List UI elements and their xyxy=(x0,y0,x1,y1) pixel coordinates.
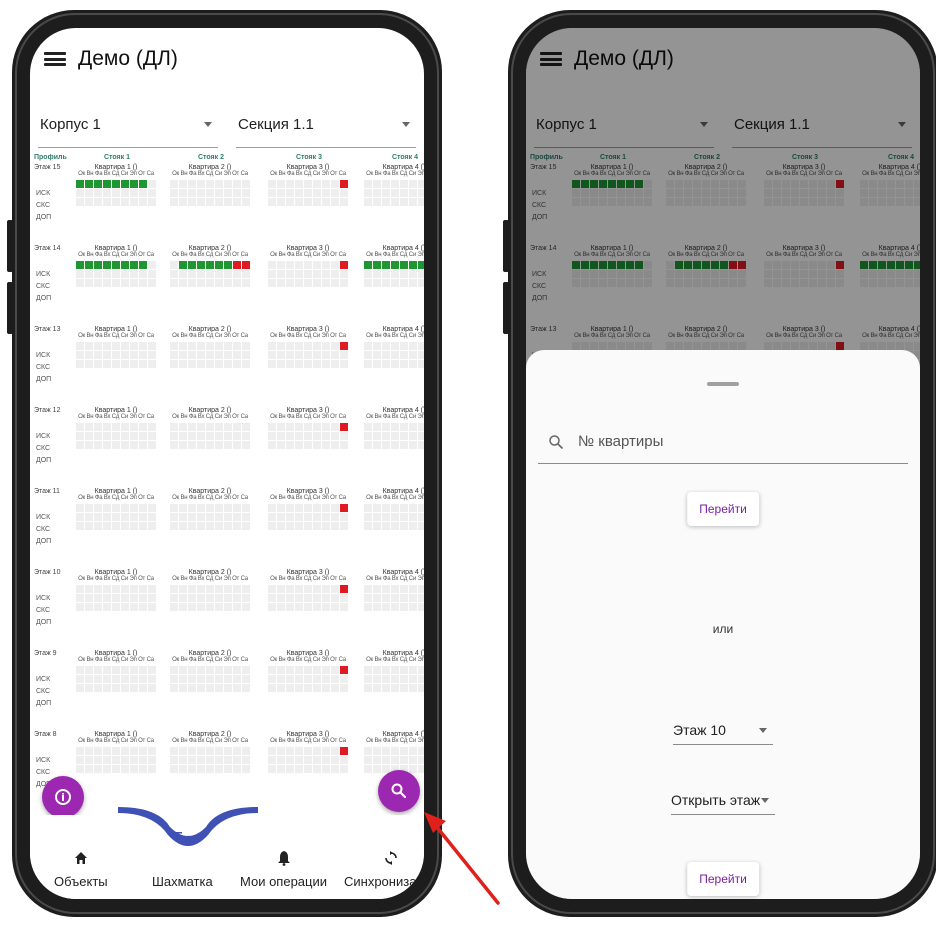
annotation-arrow xyxy=(424,812,500,905)
